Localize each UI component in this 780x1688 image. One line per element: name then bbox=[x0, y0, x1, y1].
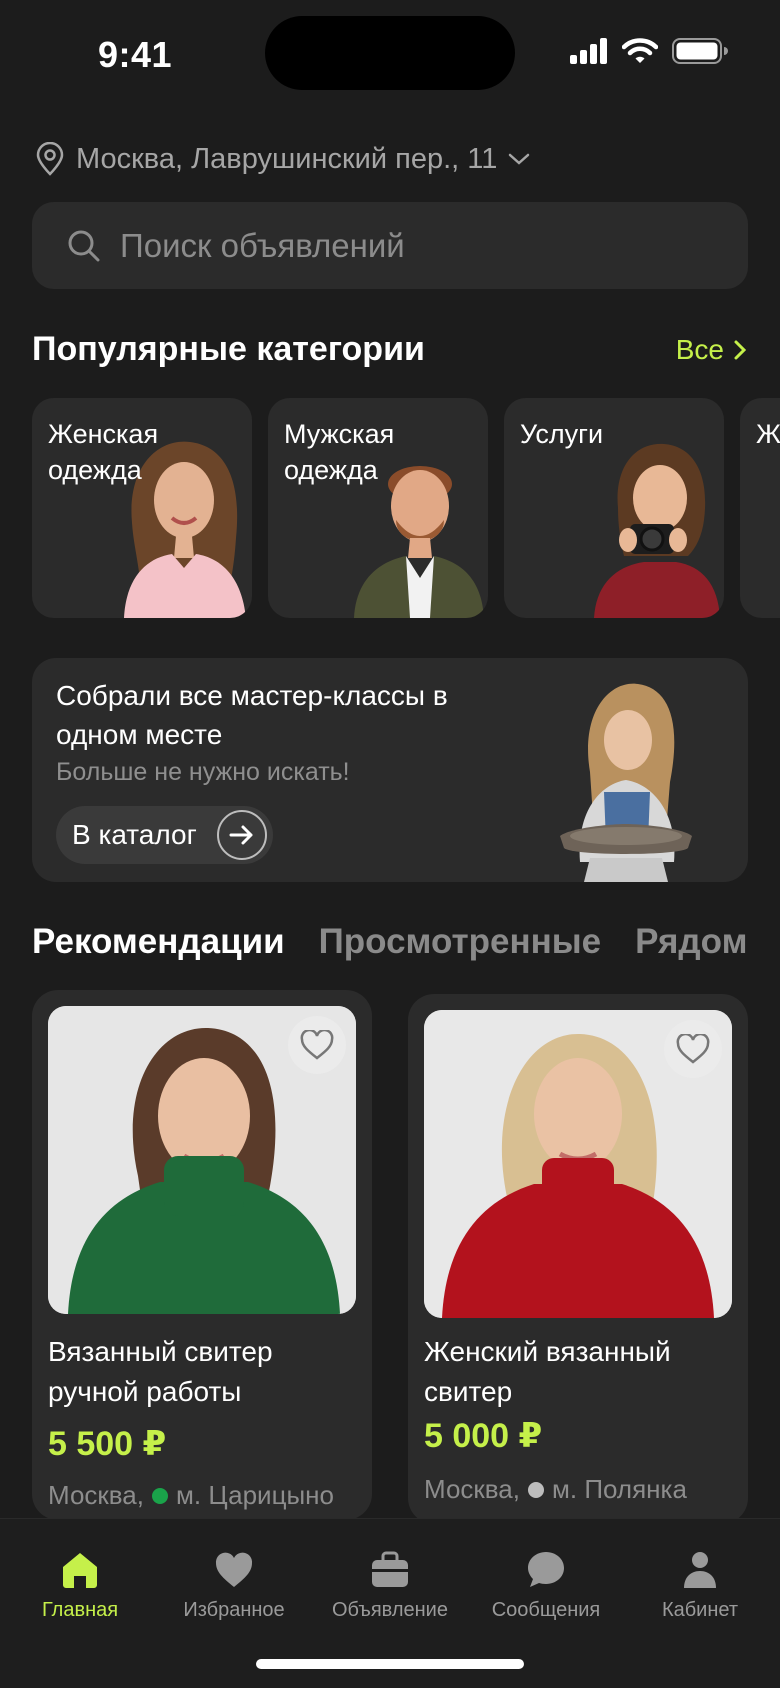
status-icons bbox=[570, 38, 728, 64]
category-label: Ж bbox=[756, 419, 780, 449]
product-card[interactable]: Вязанный свитер ручной работы 5 500 ₽ Мо… bbox=[32, 990, 372, 1520]
category-card-mens-clothing[interactable]: Мужская одежда bbox=[268, 398, 488, 618]
category-label: Услуги bbox=[520, 419, 604, 449]
product-title: Вязанный свитер ручной работы bbox=[48, 1336, 273, 1407]
nav-favorites[interactable]: Избранное bbox=[156, 1549, 312, 1622]
feed-tabs: Рекомендации Просмотренные Рядом bbox=[32, 922, 747, 962]
product-price: 5 000 ₽ bbox=[424, 1417, 543, 1455]
search-input[interactable] bbox=[120, 226, 680, 265]
pottery-woman-image bbox=[560, 683, 692, 882]
nav-label: Кабинет bbox=[661, 1599, 739, 1621]
product-location: Москва, м. Царицыно bbox=[48, 1480, 334, 1511]
heart-icon bbox=[215, 1552, 253, 1587]
product-city: Москва, bbox=[48, 1480, 144, 1510]
tab-nearby[interactable]: Рядом bbox=[635, 922, 747, 962]
briefcase-icon bbox=[372, 1551, 408, 1587]
nav-home[interactable]: Главная bbox=[2, 1549, 158, 1622]
battery-icon bbox=[672, 38, 728, 64]
product-image bbox=[424, 1010, 732, 1318]
category-card-womens-clothing[interactable]: Женская одежда bbox=[32, 398, 252, 618]
product-card[interactable]: Женский вязанный свитер 5 000 ₽ Москва, … bbox=[408, 994, 748, 1524]
location-pin-icon bbox=[36, 142, 64, 176]
product-metro: м. Царицыно bbox=[176, 1480, 334, 1510]
category-card-partial[interactable]: Ж bbox=[740, 398, 780, 618]
product-location: Москва, м. Полянка bbox=[424, 1474, 687, 1505]
location-address: Москва, Лаврушинский пер., 11 bbox=[76, 142, 498, 175]
tab-recommendations[interactable]: Рекомендации bbox=[32, 922, 285, 962]
search-icon bbox=[68, 230, 100, 261]
product-city: Москва, bbox=[424, 1474, 520, 1504]
categories-title: Популярные категории bbox=[32, 330, 425, 368]
product-metro: м. Полянка bbox=[552, 1474, 687, 1504]
status-bar: 9:41 bbox=[0, 0, 780, 110]
nav-label: Объявление bbox=[332, 1599, 448, 1621]
nav-messages[interactable]: Сообщения bbox=[468, 1549, 624, 1622]
catalog-button-label: В каталог bbox=[72, 819, 197, 850]
favorite-button[interactable] bbox=[664, 1020, 722, 1078]
heart-outline-icon bbox=[676, 1034, 710, 1064]
promo-title: Собрали все мастер-классы в одном месте bbox=[56, 680, 448, 750]
nav-profile[interactable]: Кабинет bbox=[622, 1549, 778, 1622]
category-label: Мужская одежда bbox=[284, 419, 395, 485]
category-photographer-image bbox=[594, 443, 720, 618]
promo-banner[interactable]: Собрали все мастер-классы в одном месте … bbox=[32, 658, 748, 882]
catalog-button[interactable]: В каталог bbox=[56, 806, 273, 864]
product-price: 5 500 ₽ bbox=[48, 1425, 167, 1463]
chat-icon bbox=[528, 1552, 564, 1587]
chevron-down-icon bbox=[509, 153, 530, 165]
heart-outline-icon bbox=[300, 1030, 334, 1060]
location-selector[interactable]: Москва, Лаврушинский пер., 11 bbox=[34, 142, 531, 176]
favorite-button[interactable] bbox=[288, 1016, 346, 1074]
arrow-right-icon bbox=[216, 810, 267, 860]
metro-line-dot bbox=[152, 1487, 168, 1504]
chevron-right-icon bbox=[734, 340, 747, 359]
categories-header: Популярные категории Все bbox=[32, 330, 748, 369]
tab-viewed[interactable]: Просмотренные bbox=[319, 922, 601, 962]
nav-label: Сообщения bbox=[491, 1599, 601, 1621]
nav-label: Избранное bbox=[183, 1599, 285, 1621]
search-bar[interactable] bbox=[32, 202, 748, 289]
nav-label: Главная bbox=[41, 1599, 119, 1621]
home-indicator[interactable] bbox=[256, 1659, 524, 1669]
nav-new-listing[interactable]: Объявление bbox=[312, 1549, 468, 1622]
cellular-signal-icon bbox=[570, 38, 607, 64]
dynamic-island bbox=[265, 16, 515, 90]
product-title: Женский вязанный свитер bbox=[424, 1336, 671, 1407]
product-image bbox=[48, 1006, 356, 1314]
home-icon bbox=[63, 1553, 97, 1588]
metro-line-dot bbox=[528, 1481, 544, 1498]
category-label: Женская одежда bbox=[48, 419, 159, 485]
profile-icon bbox=[684, 1552, 716, 1588]
status-time: 9:41 bbox=[98, 34, 173, 75]
category-card-services[interactable]: Услуги bbox=[504, 398, 724, 618]
promo-subtitle: Больше не нужно искать! bbox=[56, 758, 350, 786]
categories-carousel[interactable]: Женская одежда Мужская одежда Услуги Ж bbox=[32, 398, 780, 618]
wifi-icon bbox=[622, 38, 658, 63]
see-all-link[interactable]: Все bbox=[676, 334, 748, 366]
see-all-label: Все bbox=[675, 333, 724, 365]
